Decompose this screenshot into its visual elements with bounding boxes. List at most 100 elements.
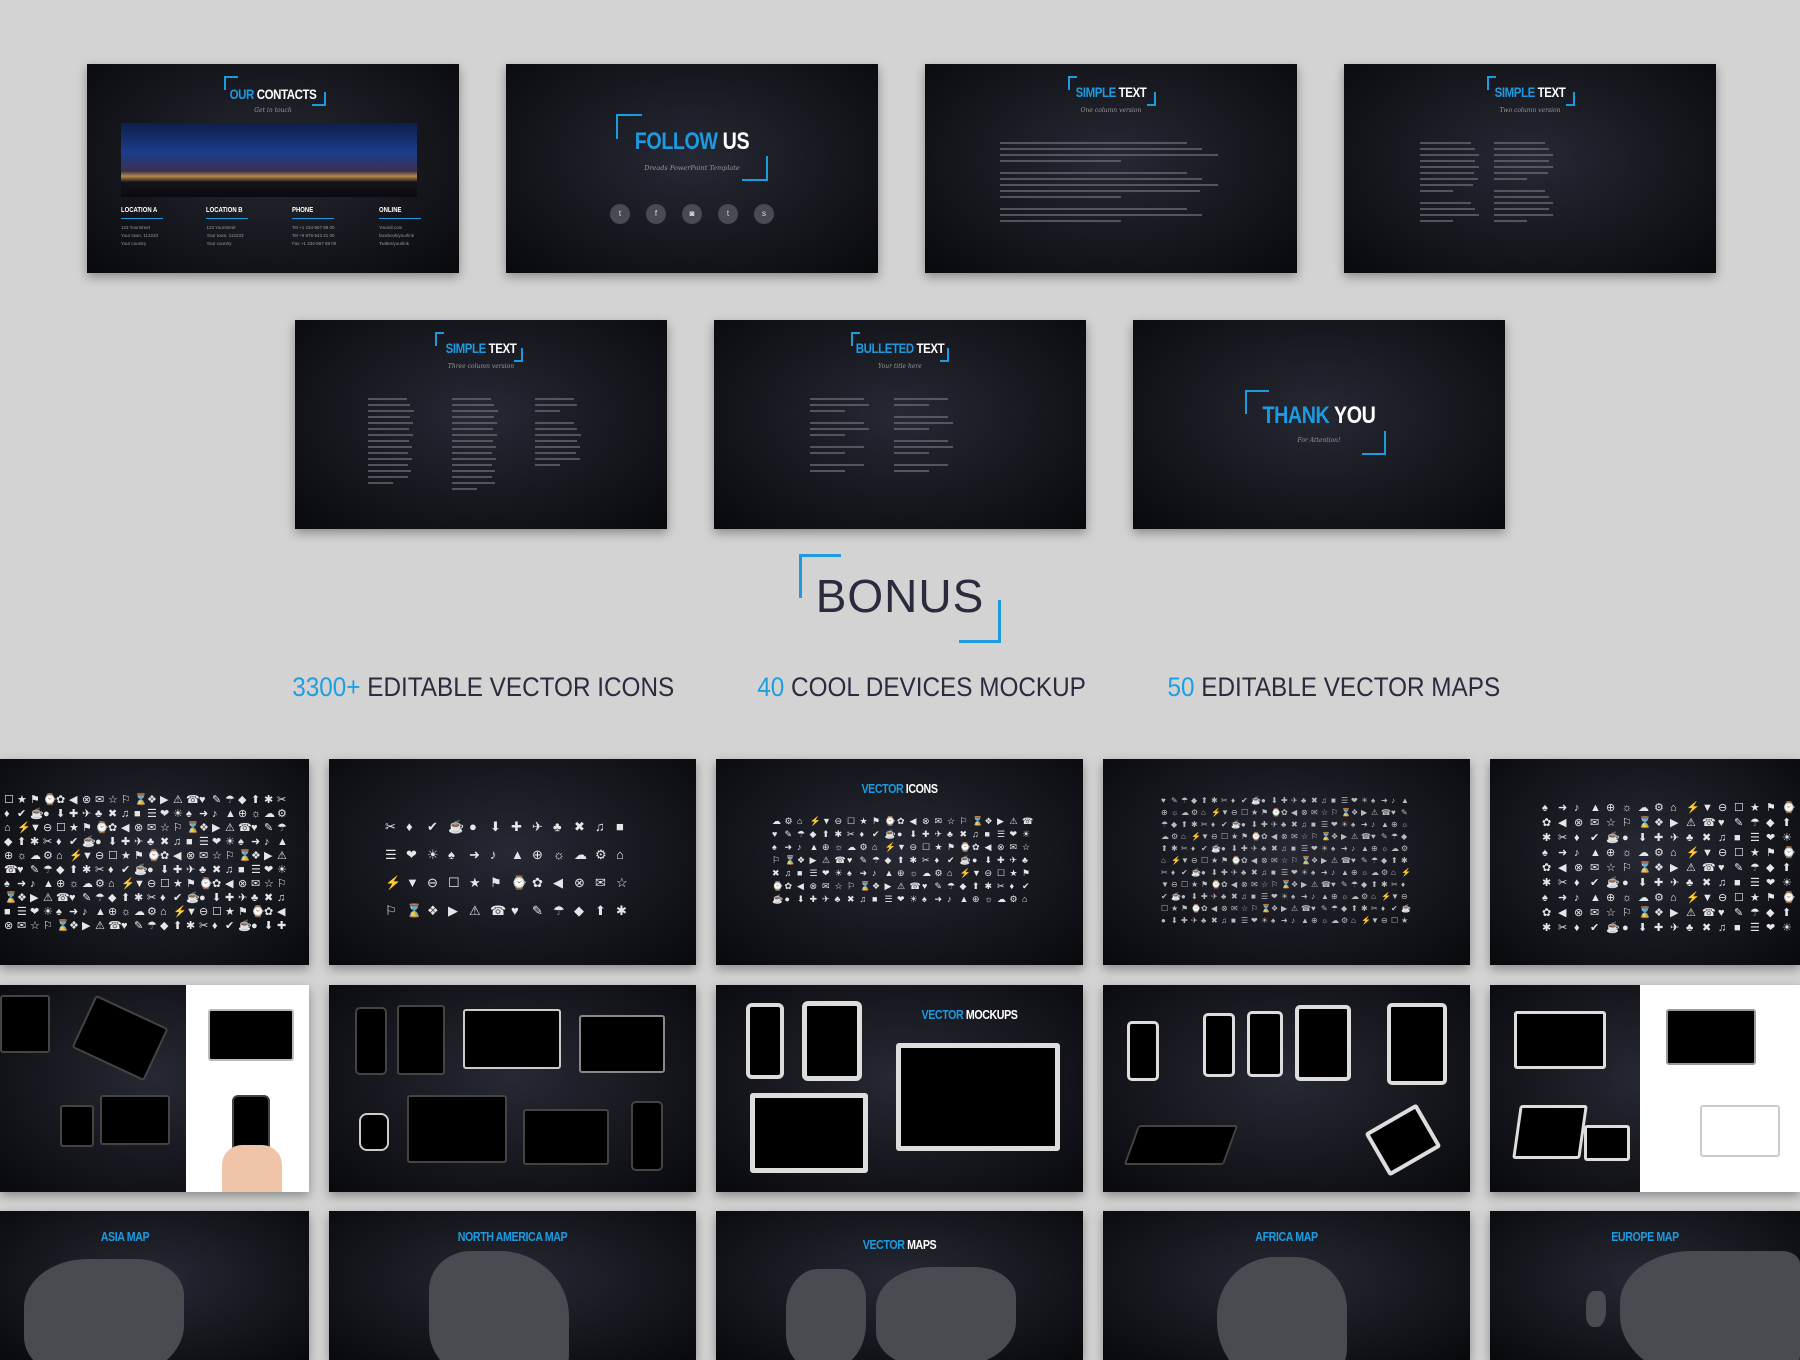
icon-glyph: ✿: [897, 816, 905, 826]
icon-glyph: ⚐: [772, 855, 781, 865]
icon-glyph: ➜: [1558, 802, 1568, 814]
icon-glyph: ⚠: [225, 822, 235, 834]
icon-glyph: ⚙: [1341, 916, 1349, 925]
icon-glyph: ✚: [173, 864, 183, 876]
icon-glyph: ♪: [872, 868, 877, 878]
map-preview-africa[interactable]: AFRICA MAP: [1103, 1211, 1470, 1360]
icon-glyph: ☰: [147, 808, 157, 820]
icon-glyph: ✖: [108, 808, 118, 820]
icon-glyph: ☆: [1241, 904, 1249, 913]
paragraph-gap: [810, 458, 874, 460]
icon-glyph: ➜: [1301, 892, 1308, 901]
icons-preview-5[interactable]: ♠ ➜ ♪ ▲ ⊕ ☼ ☁ ⚙ ⌂ ⚡ ▼ ⊖ ☐ ★ ⚑ ⌚ ✿ ◀ ⊗ ✉ ☆ ⚐ ⌛ ❖ ▶ ⚠ ☎ ♥ ✎ ☂ ◆ ⬆ ✱ ✂ ♦ ✔ ☕ ● ⬇ ✚…: [1490, 759, 1800, 965]
icon-glyph: ♥: [1718, 862, 1725, 874]
text-line: [1000, 178, 1203, 180]
icon-glyph: ✿: [532, 875, 543, 890]
map-preview-asia[interactable]: ASIA MAP: [0, 1211, 309, 1360]
icon-glyph: ☕: [772, 894, 784, 904]
icon-glyph: ✿: [160, 850, 170, 862]
icon-glyph: ✿: [1241, 856, 1248, 865]
icon-glyph: ✂: [95, 864, 105, 876]
text-line: [452, 470, 496, 472]
icon-glyph: ⬆: [173, 920, 183, 932]
tumblr-icon[interactable]: t: [718, 204, 738, 224]
icon-glyph: ♥: [847, 855, 853, 865]
contact-column: ONLINE Yourall.com facebook/yourlink Twitte…: [378, 207, 421, 248]
mockups-preview-5[interactable]: [1490, 985, 1800, 1192]
icon-glyph: ✂: [1558, 877, 1568, 889]
icon-glyph: ☁: [1638, 892, 1649, 904]
icon-glyph: ♪: [1311, 892, 1315, 901]
slide-our-contacts[interactable]: OUR CONTACTS Get in touch LOCATION A 123 …: [87, 64, 459, 273]
icon-glyph: ♦: [1231, 796, 1236, 805]
icon-glyph: ⌚: [1271, 808, 1281, 817]
icon-glyph: ▼: [186, 906, 197, 918]
skype-icon[interactable]: s: [754, 204, 774, 224]
mockups-preview-2[interactable]: [329, 985, 696, 1192]
icon-glyph: ☰: [385, 847, 397, 862]
mockups-preview-1[interactable]: [0, 985, 309, 1192]
icon-glyph: ⬇: [1638, 832, 1648, 844]
icon-glyph: ☁: [772, 816, 781, 826]
icon-glyph: ⊕: [1371, 844, 1378, 853]
icon-glyph: ⬆: [1782, 817, 1792, 829]
body-text: [1000, 142, 1220, 232]
icon-glyph: ☂: [872, 855, 881, 865]
mockups-preview-4[interactable]: [1103, 985, 1470, 1192]
map-preview-world[interactable]: VECTOR MAPS: [716, 1211, 1083, 1360]
text-line: [894, 416, 949, 418]
text-line: [368, 458, 412, 460]
icon-glyph: ⬆: [972, 881, 980, 891]
icon-glyph: ⬇: [1191, 892, 1198, 901]
slide-bulleted-text[interactable]: BULLETED TEXT Your title here: [714, 320, 1086, 529]
icon-glyph: ♠: [238, 836, 244, 848]
twitter-icon[interactable]: t: [610, 204, 630, 224]
icon-glyph: ☰: [1321, 820, 1329, 829]
icon-glyph: ✿: [1201, 904, 1208, 913]
icon-glyph: ✱: [1542, 832, 1552, 844]
text-line: [368, 440, 409, 442]
icons-preview-vector-icons[interactable]: VECTOR ICONS ☁ ⚙ ⌂ ⚡ ▼ ⊖ ☐ ★ ⚑ ⌚ ✿ ◀ ⊗ ✉ ☆ ⚐ ⌛ ❖ ▶ ⚠ ☎ ♥ ✎ ☂ ◆ ⬆ ✱…: [716, 759, 1083, 965]
mockups-preview-vector-mockups[interactable]: VECTOR MOCKUPS: [716, 985, 1083, 1192]
icon-glyph: ▶: [30, 892, 39, 904]
map-preview-north-america[interactable]: NORTH AMERICA MAP: [329, 1211, 696, 1360]
slide-thank-you[interactable]: THANK YOU For Attention!: [1133, 320, 1505, 529]
icon-glyph: ✔: [173, 892, 183, 904]
map-preview-europe[interactable]: EUROPE MAP: [1490, 1211, 1800, 1360]
text-line: [535, 440, 577, 442]
icon-glyph: ★: [225, 906, 235, 918]
icon-glyph: ▶: [264, 850, 273, 862]
icons-preview-2[interactable]: ✂ ♦ ✔ ☕ ● ⬇ ✚ ✈ ♣ ✖ ♫ ■ ☰ ❤ ☀ ♠ ➜ ♪ ▲ ⊕ ☼ ☁ ⚙ ⌂ ⚡ ▼ ⊖ ☐ ★ ⚑ ⌚ ✿ ◀ ⊗ ✉ ☆ ⚐ ⌛ ❖ ▶…: [329, 759, 696, 965]
text-line: [368, 470, 412, 472]
slide-simple-text-2[interactable]: SIMPLE TEXT Two column version: [1344, 64, 1716, 273]
icons-preview-1[interactable]: ☐ ★ ⚑ ⌚ ✿ ◀ ⊗ ✉ ☆ ⚐ ⌛ ❖ ▶ ⚠ ☎ ♥ ✎ ☂ ◆ ⬆ ✱ ✂ ♦ ✔ ☕ ● ⬇ ✚ ✈ ♣ ✖ ♫ ■ ☰ ❤ ☀ ♠ ➜ ♪ ▲…: [0, 759, 309, 965]
slide-simple-text-1[interactable]: SIMPLE TEXT One column version: [925, 64, 1297, 273]
icon-glyph: ⚑: [947, 842, 956, 852]
instagram-icon[interactable]: ◙: [682, 204, 702, 224]
slide-title: SIMPLE TEXT: [1494, 84, 1566, 100]
icon-glyph: ◆: [1341, 904, 1348, 913]
icon-glyph: ♣: [147, 836, 155, 848]
icon-glyph: ★: [1750, 802, 1760, 814]
icon-glyph: ⊗: [134, 822, 144, 834]
icon-glyph: ♥: [1161, 796, 1166, 805]
icon-glyph: ☰: [199, 836, 209, 848]
icon-glyph: ♣: [1261, 844, 1267, 853]
icons-preview-4[interactable]: ♥ ✎ ☂ ◆ ⬆ ✱ ✂ ♦ ✔ ☕ ● ⬇ ✚ ✈ ♣ ✖ ♫ ■ ☰ ❤ ☀ ♠ ➜ ♪ ▲ ⊕ ☼ ☁ ⚙ ⌂ ⚡ ▼ ⊖ ☐ ★ ⚑ ⌚ ✿ ◀ ⊗…: [1103, 759, 1470, 965]
icon-glyph: ✔: [427, 819, 438, 834]
icon-glyph: ☐: [1734, 802, 1744, 814]
watch-mockup: [359, 1113, 389, 1151]
icon-glyph: ❤: [264, 864, 274, 876]
icon-glyph: ▶: [1281, 904, 1288, 913]
slide-follow-us[interactable]: FOLLOW US Dreads PowerPoint Template t f…: [506, 64, 878, 273]
slide-simple-text-3[interactable]: SIMPLE TEXT Three column version: [295, 320, 667, 529]
icon-glyph: ◆: [108, 892, 117, 904]
icon-glyph: ⚑: [30, 794, 40, 806]
icon-glyph: ☎: [909, 881, 921, 891]
paragraph-gap: [535, 470, 581, 472]
icon-glyph: ✎: [82, 892, 92, 904]
facebook-icon[interactable]: f: [646, 204, 666, 224]
icon-glyph: ⊗: [1574, 862, 1584, 874]
icon-glyph: ⚐: [121, 794, 131, 806]
icon-glyph: ☰: [1341, 796, 1349, 805]
